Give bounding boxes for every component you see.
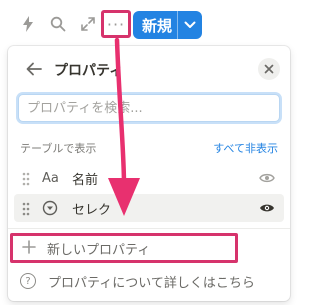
back-arrow-icon[interactable]: [24, 59, 44, 79]
top-toolbar: ··· 新規: [0, 0, 300, 46]
chevron-down-icon[interactable]: [178, 21, 202, 29]
property-search-field[interactable]: [18, 94, 280, 122]
section-label: テーブルで表示: [20, 142, 97, 155]
properties-panel: プロパティ テーブルで表示 すべて非表示 Aa 名前 セレク: [8, 46, 290, 301]
new-property-label: 新しいプロパティ: [47, 243, 151, 258]
text-type-icon: Aa: [42, 170, 59, 186]
drag-handle-icon[interactable]: [22, 201, 30, 216]
new-property-row[interactable]: 新しいプロパティ: [13, 236, 289, 260]
panel-title: プロパティ: [54, 63, 124, 79]
plus-icon: [21, 239, 37, 255]
property-row-select[interactable]: セレク: [14, 194, 284, 222]
drag-handle-icon[interactable]: [22, 171, 30, 186]
help-link-label[interactable]: プロパティについて詳しくはこちら: [48, 272, 255, 291]
bolt-icon[interactable]: [17, 13, 39, 35]
search-icon[interactable]: [47, 13, 69, 35]
more-icon[interactable]: ···: [101, 10, 131, 38]
new-button[interactable]: 新規: [133, 11, 202, 39]
section-header: テーブルで表示 すべて非表示: [8, 138, 290, 158]
divider: [8, 228, 290, 229]
new-button-label[interactable]: 新規: [133, 15, 177, 36]
property-name: セレク: [72, 203, 112, 218]
property-name: 名前: [72, 173, 99, 188]
expand-icon[interactable]: [77, 13, 99, 35]
new-property-button[interactable]: 新しいプロパティ: [10, 233, 238, 263]
select-type-icon: [42, 199, 58, 217]
property-search-input[interactable]: [19, 95, 279, 121]
panel-header: プロパティ: [8, 56, 290, 82]
help-circle-icon: ?: [20, 273, 36, 289]
eye-icon[interactable]: [258, 170, 276, 186]
eye-icon[interactable]: [258, 200, 276, 216]
help-link-row[interactable]: ? プロパティについて詳しくはこちら: [8, 268, 290, 294]
hide-all-link[interactable]: すべて非表示: [213, 140, 278, 156]
property-row-name[interactable]: Aa 名前: [14, 164, 284, 192]
close-icon[interactable]: [258, 58, 280, 80]
